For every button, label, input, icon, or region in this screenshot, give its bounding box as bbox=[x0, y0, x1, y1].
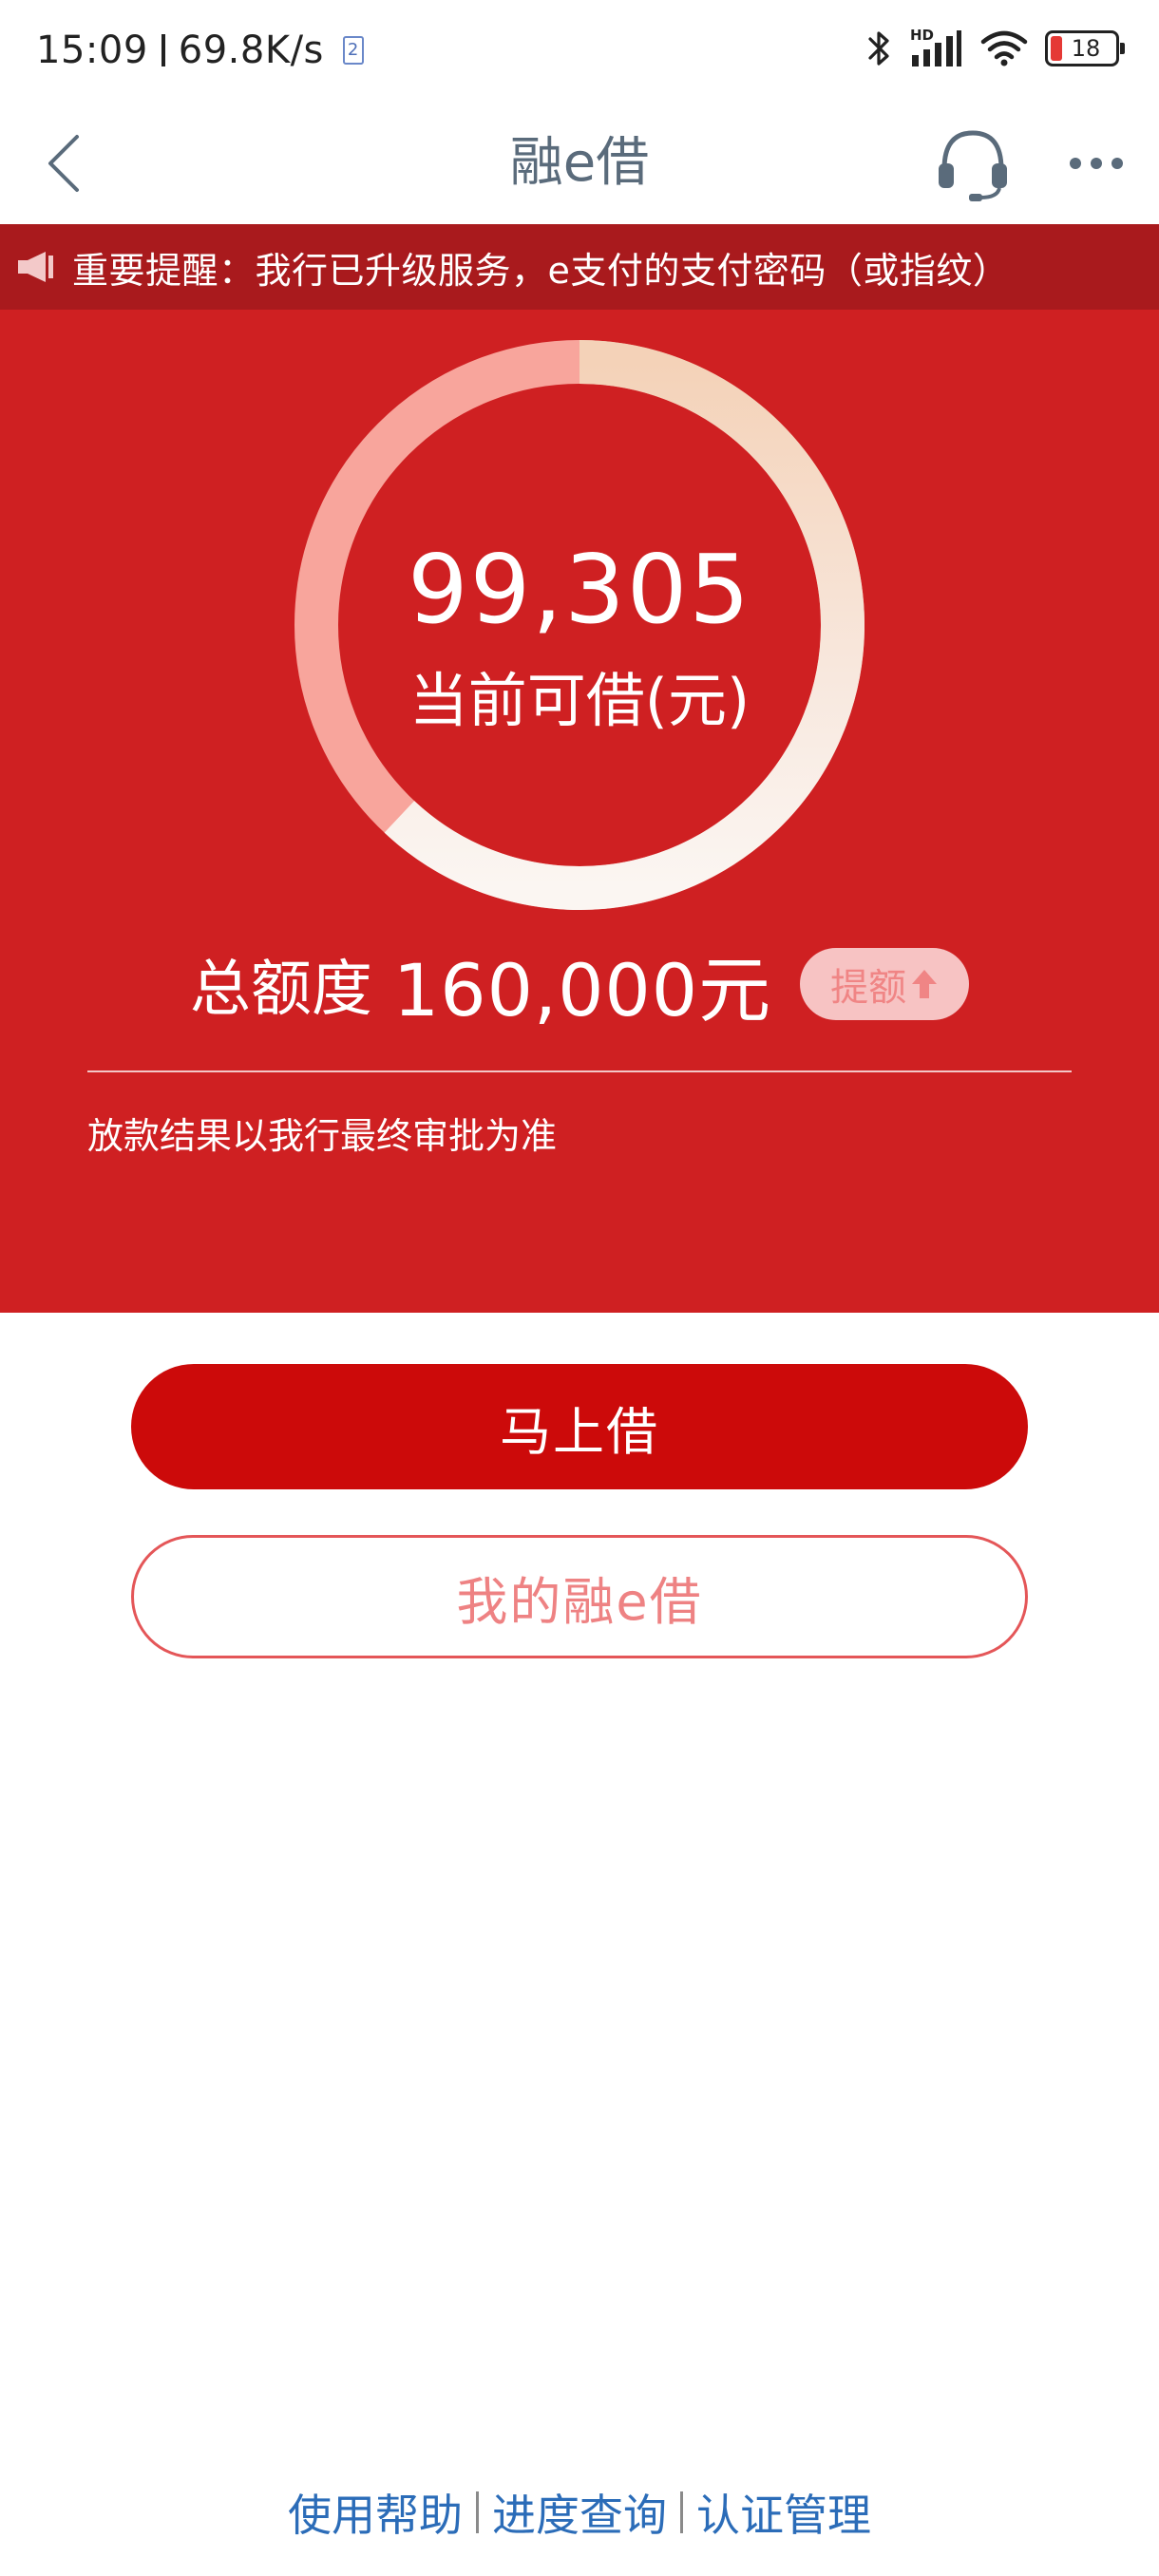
available-label: 当前可借(元) bbox=[408, 666, 750, 735]
credit-summary: 99,305 当前可借(元) 总额度 160,000元 提额 放款结果以我行最终… bbox=[0, 310, 1159, 1313]
bluetooth-icon bbox=[868, 31, 889, 66]
approval-note: 放款结果以我行最终审批为准 bbox=[87, 1115, 558, 1157]
my-loan-button[interactable]: 我的融e借 bbox=[131, 1535, 1028, 1658]
status-time: 15:09 bbox=[36, 28, 148, 72]
total-limit-label: 总额度 bbox=[189, 955, 372, 1025]
back-arrow-icon bbox=[48, 135, 79, 192]
total-limit-row: 总额度 160,000元 提额 bbox=[0, 937, 1159, 1032]
arrow-up-icon bbox=[912, 970, 938, 998]
nav-bar: 融e借 bbox=[0, 103, 1159, 224]
status-left: 15:09 69.8K/s 2 bbox=[36, 28, 364, 72]
battery-level: 18 bbox=[1071, 35, 1101, 62]
wifi-icon bbox=[980, 30, 1028, 66]
more-button[interactable] bbox=[1054, 122, 1138, 205]
help-link[interactable]: 使用帮助 bbox=[288, 2481, 463, 2544]
raise-limit-button[interactable]: 提额 bbox=[800, 948, 970, 1020]
divider bbox=[87, 1070, 1072, 1072]
footer-separator bbox=[476, 2491, 479, 2533]
borrow-now-button[interactable]: 马上借 bbox=[131, 1364, 1028, 1489]
total-limit-value: 160,000元 bbox=[392, 948, 772, 1032]
headset-icon bbox=[939, 130, 1007, 201]
notice-text: 重要提醒：我行已升级服务，e支付的支付密码（或指纹） bbox=[72, 249, 1010, 292]
available-amount: 99,305 bbox=[408, 534, 751, 645]
back-button[interactable] bbox=[34, 122, 95, 205]
raise-limit-label: 提额 bbox=[830, 966, 907, 1010]
sim-indicator-icon: 2 bbox=[342, 36, 364, 65]
footer-separator bbox=[680, 2491, 683, 2533]
auth-management-link[interactable]: 认证管理 bbox=[696, 2481, 871, 2544]
footer-links: 使用帮助 进度查询 认证管理 bbox=[0, 2481, 1159, 2544]
status-right: HD 18 bbox=[864, 27, 1125, 68]
progress-query-link[interactable]: 进度查询 bbox=[492, 2481, 667, 2544]
signal-icon: HD bbox=[910, 27, 963, 68]
customer-service-button[interactable] bbox=[931, 122, 1015, 205]
status-separator bbox=[161, 34, 165, 66]
notice-banner[interactable]: 重要提醒：我行已升级服务，e支付的支付密码（或指纹） bbox=[0, 224, 1159, 310]
status-bar: 15:09 69.8K/s 2 HD 18 bbox=[0, 0, 1159, 103]
speaker-icon bbox=[18, 252, 53, 282]
battery-icon: 18 bbox=[1045, 30, 1125, 66]
more-icon bbox=[1070, 158, 1081, 169]
network-speed: 69.8K/s bbox=[178, 28, 324, 72]
